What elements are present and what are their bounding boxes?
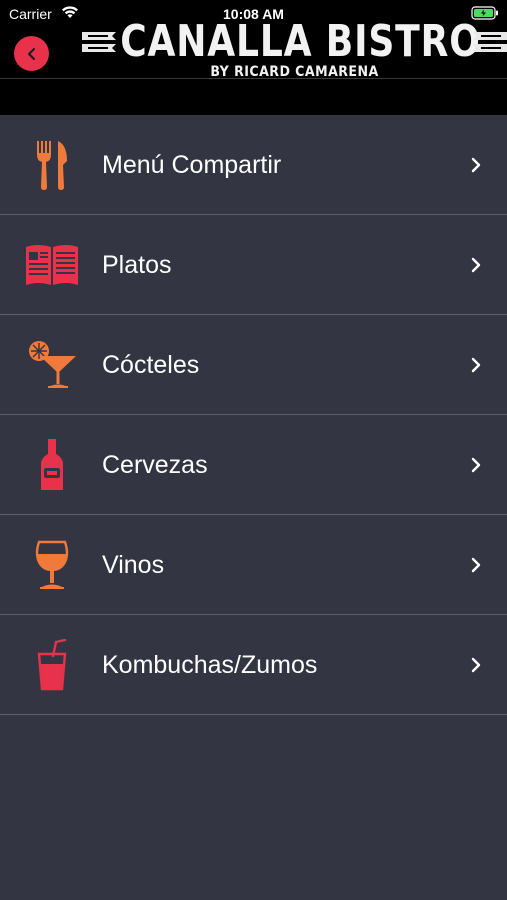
menu-item-platos[interactable]: Platos <box>0 215 507 315</box>
chevron-right-icon <box>471 257 481 273</box>
menu-item-vinos[interactable]: Vinos <box>0 515 507 615</box>
menu-item-label: Cervezas <box>102 451 208 479</box>
menu-item-menu-compartir[interactable]: Menú Compartir <box>0 115 507 215</box>
chevron-right-icon <box>471 657 481 673</box>
menu-item-cervezas[interactable]: Cervezas <box>0 415 507 515</box>
wine-glass-icon <box>35 540 69 589</box>
back-button[interactable] <box>14 36 49 71</box>
menu-list: Menú Compartir Platos Cócteles Cervezas … <box>0 115 507 715</box>
menu-item-label: Vinos <box>102 551 165 579</box>
menu-item-kombuchas-zumos[interactable]: Kombuchas/Zumos <box>0 615 507 715</box>
chevron-right-icon <box>471 357 481 373</box>
cocktail-icon <box>29 341 76 388</box>
juice-glass-icon <box>37 639 67 691</box>
brand-logo: CANALLA BISTRO BY RICARD CAMARENA <box>82 16 507 94</box>
brand-title: CANALLA BISTRO <box>120 16 481 67</box>
beer-bottle-icon <box>41 439 63 490</box>
menu-item-cocteles[interactable]: Cócteles <box>0 315 507 415</box>
logo-flag-left-icon <box>82 32 116 52</box>
chevron-left-icon <box>27 47 35 60</box>
chevron-right-icon <box>471 157 481 173</box>
cutlery-icon <box>37 141 67 190</box>
menu-item-label: Kombuchas/Zumos <box>102 651 318 679</box>
menu-item-label: Platos <box>102 251 172 279</box>
menu-item-label: Cócteles <box>102 351 200 379</box>
book-icon <box>26 245 78 285</box>
chevron-right-icon <box>471 457 481 473</box>
app-header: Carrier 10:08 AM CANALLA BISTRO BY RICAR… <box>0 0 507 115</box>
menu-item-label: Menú Compartir <box>102 151 282 179</box>
header-divider <box>0 78 507 79</box>
chevron-right-icon <box>471 557 481 573</box>
logo-flag-right-icon <box>473 32 507 52</box>
